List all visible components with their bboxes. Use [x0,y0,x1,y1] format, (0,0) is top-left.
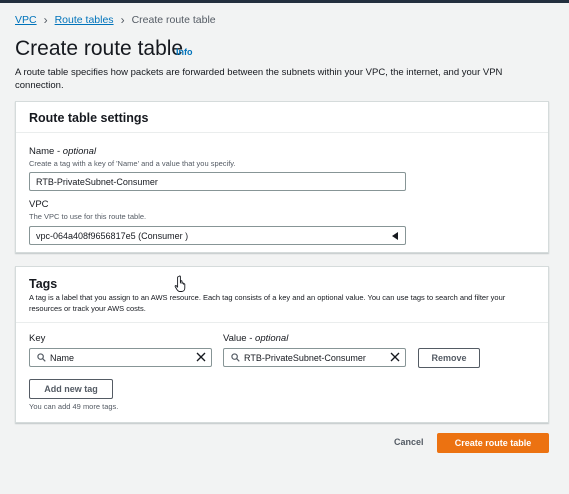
top-bar [0,0,569,3]
tag-key-input[interactable]: Name [29,348,212,367]
divider [16,322,548,323]
add-new-tag-button[interactable]: Add new tag [29,379,113,399]
breadcrumb-route-tables[interactable]: Route tables [55,14,114,26]
vpc-select[interactable]: vpc-064a408f9656817e5 (Consumer ) [29,226,406,245]
name-input[interactable]: RTB-PrivateSubnet-Consumer [29,172,406,191]
tag-value-value: RTB-PrivateSubnet-Consumer [244,353,366,363]
tag-limit-text: You can add 49 more tags. [29,402,119,411]
hand-cursor-icon [174,275,186,292]
breadcrumb-vpc[interactable]: VPC [15,14,37,26]
chevron-right-icon: › [43,13,48,27]
value-optional: optional [255,333,289,344]
breadcrumb-current: Create route table [131,14,216,26]
close-icon[interactable] [196,352,206,362]
name-label: Name - optional [29,146,97,157]
vpc-select-value: vpc-064a408f9656817e5 (Consumer ) [36,231,189,241]
page-description: A route table specifies how packets are … [15,67,503,91]
remove-tag-button[interactable]: Remove [418,348,480,368]
chevron-right-icon: › [120,13,125,27]
route-table-settings-panel: Route table settings Name - optional Cre… [15,101,549,253]
tag-key-value: Name [50,353,75,363]
value-label: Value - optional [223,333,289,344]
panel-title: Route table settings [16,102,548,133]
vpc-label: VPC [29,199,49,210]
key-label: Key [29,333,46,344]
cancel-button[interactable]: Cancel [394,437,424,447]
info-link[interactable]: Info [176,47,193,57]
tags-panel: Tags A tag is a label that you assign to… [15,266,549,423]
name-optional: optional [62,146,97,157]
tag-value-input[interactable]: RTB-PrivateSubnet-Consumer [223,348,406,367]
create-route-table-button[interactable]: Create route table [437,433,549,453]
search-icon [231,353,240,362]
value-label-text: Value [223,333,247,344]
search-icon [37,353,46,362]
tags-title: Tags [29,277,58,291]
close-icon[interactable] [390,352,400,362]
breadcrumb: VPC › Route tables › Create route table [15,14,216,26]
name-hint: Create a tag with a key of 'Name' and a … [29,159,236,168]
page-title: Create route table [15,37,184,60]
tags-description: A tag is a label that you assign to an A… [29,293,506,313]
vpc-hint: The VPC to use for this route table. [29,212,147,221]
caret-left-icon [392,232,398,240]
name-label-text: Name [29,146,55,157]
